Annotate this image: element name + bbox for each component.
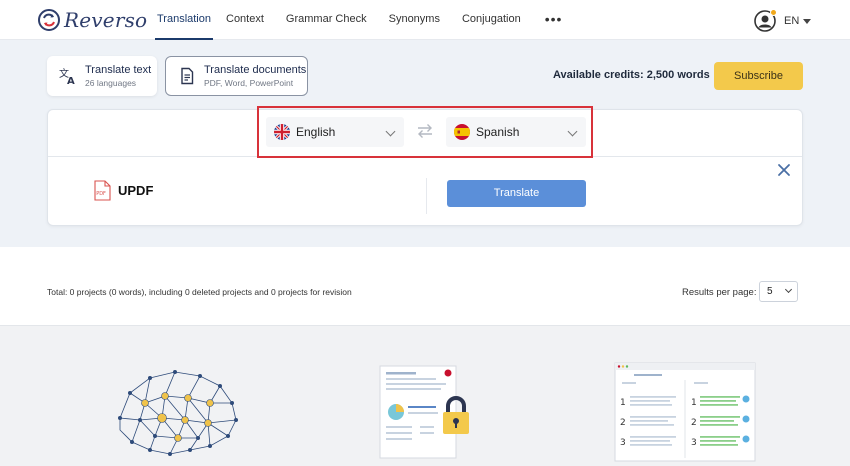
more-menu-icon[interactable]: ••• bbox=[545, 0, 563, 40]
brand-name: Reverso bbox=[64, 8, 148, 32]
pdf-file-icon: PDF bbox=[94, 180, 111, 201]
reverso-logo[interactable]: Reverso bbox=[38, 8, 147, 32]
chevron-down-icon bbox=[784, 285, 793, 294]
main-nav: Translation Context Grammar Check Synony… bbox=[150, 0, 562, 40]
results-per-page-select[interactable]: 5 bbox=[759, 281, 798, 302]
translate-text-title: Translate text bbox=[85, 63, 152, 76]
svg-text:1: 1 bbox=[691, 398, 697, 408]
svg-text:2: 2 bbox=[620, 418, 626, 428]
nav-conjugation[interactable]: Conjugation bbox=[462, 0, 521, 40]
results-per-page-value: 5 bbox=[767, 286, 773, 297]
user-menu[interactable]: EN bbox=[754, 9, 812, 32]
svg-text:2: 2 bbox=[691, 418, 697, 428]
translate-documents-subtitle: PDF, Word, PowerPoint bbox=[204, 77, 294, 88]
interface-language[interactable]: EN bbox=[784, 15, 799, 27]
document-comparison-icon: 1 2 3 1 2 3 bbox=[614, 362, 756, 462]
reverso-logo-icon bbox=[38, 9, 60, 31]
chevron-down-icon[interactable] bbox=[803, 18, 812, 24]
svg-text:PDF: PDF bbox=[96, 191, 106, 197]
nav-context[interactable]: Context bbox=[226, 0, 264, 40]
ai-brain-network-icon bbox=[118, 370, 238, 456]
translate-text-tab[interactable]: 文 A Translate text 26 languages bbox=[47, 56, 157, 96]
close-icon[interactable] bbox=[777, 163, 791, 177]
document-file-name: UPDF bbox=[118, 183, 154, 198]
available-credits: Available credits: 2,500 words bbox=[553, 69, 710, 81]
svg-text:1: 1 bbox=[620, 398, 626, 408]
nav-synonyms[interactable]: Synonyms bbox=[389, 0, 440, 40]
secure-document-icon bbox=[379, 365, 469, 459]
panel-divider bbox=[426, 178, 427, 214]
notification-dot bbox=[770, 9, 777, 16]
nav-grammar-check[interactable]: Grammar Check bbox=[286, 0, 367, 40]
translate-text-subtitle: 26 languages bbox=[85, 77, 137, 88]
translate-documents-title: Translate documents bbox=[204, 63, 307, 76]
nav-translation[interactable]: Translation bbox=[155, 0, 213, 40]
projects-summary: Total: 0 projects (0 words), including 0… bbox=[47, 287, 352, 297]
top-header: Reverso Translation Context Grammar Chec… bbox=[0, 0, 850, 40]
language-selector-highlight bbox=[257, 106, 593, 158]
user-avatar-icon[interactable] bbox=[754, 9, 777, 32]
translate-button[interactable]: Translate bbox=[447, 180, 586, 207]
document-icon bbox=[181, 67, 194, 85]
translate-icon: 文 A bbox=[59, 67, 75, 85]
translate-documents-tab[interactable]: Translate documents PDF, Word, PowerPoin… bbox=[165, 56, 308, 96]
svg-text:3: 3 bbox=[691, 438, 697, 448]
subscribe-button[interactable]: Subscribe bbox=[714, 62, 803, 90]
svg-text:3: 3 bbox=[620, 438, 626, 448]
uploaded-document: PDF UPDF bbox=[94, 180, 153, 201]
results-per-page-label: Results per page: bbox=[682, 287, 757, 298]
svg-text:A: A bbox=[67, 76, 75, 85]
